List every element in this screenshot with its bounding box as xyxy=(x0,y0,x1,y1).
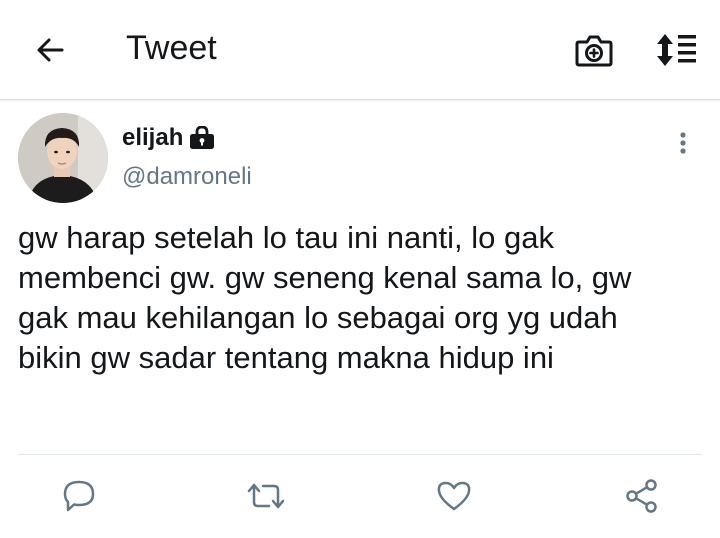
display-name[interactable]: elijah xyxy=(122,124,183,152)
heart-icon xyxy=(437,481,471,511)
app-bar: Tweet xyxy=(0,0,720,100)
more-options-button[interactable] xyxy=(668,128,698,158)
sort-button[interactable] xyxy=(652,28,700,72)
sort-list-icon xyxy=(657,34,696,66)
retweet-button[interactable] xyxy=(244,474,288,518)
like-button[interactable] xyxy=(432,474,476,518)
camera-button[interactable] xyxy=(572,30,616,70)
arrow-left-icon xyxy=(37,38,64,62)
more-vertical-icon xyxy=(680,132,686,154)
divider xyxy=(18,454,702,455)
avatar[interactable] xyxy=(18,113,108,203)
retweet-icon xyxy=(247,483,285,509)
back-button[interactable] xyxy=(30,30,70,70)
camera-add-icon xyxy=(575,35,613,67)
share-button[interactable] xyxy=(620,474,664,518)
author-row: elijah xyxy=(122,121,215,155)
avatar-photo xyxy=(18,113,108,203)
page-title: Tweet xyxy=(126,29,217,67)
reply-icon xyxy=(63,480,95,512)
user-handle[interactable]: @damroneli xyxy=(122,163,252,191)
share-icon xyxy=(626,479,657,513)
tweet-text: gw harap setelah lo tau ini nanti, lo ga… xyxy=(18,220,632,375)
lock-icon xyxy=(189,126,215,150)
reply-button[interactable] xyxy=(57,474,101,518)
